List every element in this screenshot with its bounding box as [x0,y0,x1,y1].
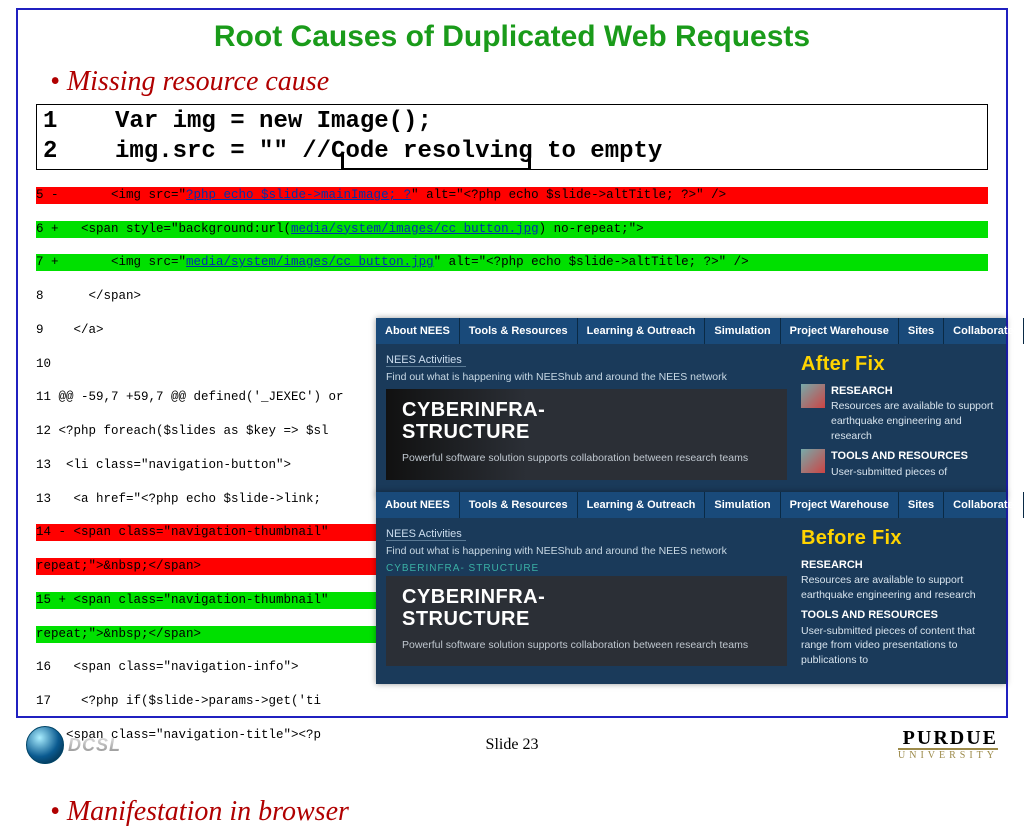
sidebar-text: Resources are available to support earth… [801,573,996,602]
purdue-sub: UNIVERSITY [898,748,998,760]
code-snippet-1: 1 Var img = new Image(); 2 img.src = "" … [36,104,988,170]
nav-item: Tools & Resources [460,492,578,518]
nav-item: Learning & Outreach [578,492,706,518]
screenshot-nav: About NEES Tools & Resources Learning & … [376,318,1006,344]
diff-line: 7 + <img src="media/system/images/cc_but… [36,254,988,271]
after-fix-label: After Fix [801,350,996,378]
feature-title: CYBERINFRA- STRUCTURE [402,399,771,443]
nav-item: Sites [899,318,944,344]
dcsl-text: DCSL [68,735,121,756]
footer: DCSL Slide 23 PURDUE UNIVERSITY [0,722,1024,768]
nav-item: Collaborate [944,318,1024,344]
thumb-icon [801,449,825,473]
screenshot-nav: About NEES Tools & Resources Learning & … [376,492,1006,518]
nav-item: Learning & Outreach [578,318,706,344]
bracket-annotation [341,153,531,170]
bullet-1: Missing resource cause [50,66,988,98]
nav-item: Project Warehouse [781,318,899,344]
nav-item: Tools & Resources [460,318,578,344]
section-subtitle: Find out what is happening with NEEShub … [386,371,787,383]
purdue-main: PURDUE [898,729,998,747]
before-fix-label: Before Fix [801,524,996,552]
nav-item: About NEES [376,492,460,518]
slide-number: Slide 23 [486,736,539,754]
feature-desc: Powerful software solution supports coll… [402,451,771,466]
nav-item: About NEES [376,318,460,344]
sidebar-text: User-submitted pieces of [831,465,968,480]
code-line: 1 Var img = new Image(); [43,108,432,135]
thumb-icon [801,384,825,408]
diff-line: 8 </span> [36,288,988,305]
sidebar-text: User-submitted pieces of content that ra… [801,624,996,668]
sidebar-text: Resources are available to support earth… [831,399,996,443]
diff-line: 6 + <span style="background:url(media/sy… [36,221,988,238]
section-label: NEES Activities [386,354,466,367]
bullet-2: Manifestation in browser [50,788,988,835]
section-subtitle: Find out what is happening with NEEShub … [386,545,787,557]
sidebar-heading: RESEARCH [831,384,996,399]
purdue-logo: PURDUE UNIVERSITY [898,729,998,761]
sidebar-heading: TOOLS AND RESOURCES [801,608,996,623]
nav-item: Collaborate [944,492,1024,518]
nav-item: Project Warehouse [781,492,899,518]
sidebar-heading: TOOLS AND RESOURCES [831,449,968,464]
cyberinfra-tag: CYBERINFRA- STRUCTURE [386,563,787,574]
globe-icon [26,726,64,764]
feature-title: CYBERINFRA- STRUCTURE [402,586,771,630]
slide-frame: Root Causes of Duplicated Web Requests M… [16,8,1008,718]
dcsl-logo: DCSL [26,726,121,764]
sidebar-heading: RESEARCH [801,558,996,573]
slide-title: Root Causes of Duplicated Web Requests [36,20,988,54]
diff-line: 5 - <img src="?php echo $slide->mainImag… [36,187,988,204]
section-label: NEES Activities [386,528,466,541]
diff-line: 17 <?php if($slide->params->get('ti [36,693,988,710]
nav-item: Simulation [705,318,780,344]
screenshot-after: About NEES Tools & Resources Learning & … [376,318,1006,496]
screenshot-before: About NEES Tools & Resources Learning & … [376,492,1006,684]
feature-desc: Powerful software solution supports coll… [402,638,771,653]
nav-item: Sites [899,492,944,518]
nav-item: Simulation [705,492,780,518]
screenshot-stack: About NEES Tools & Resources Learning & … [376,318,1006,684]
